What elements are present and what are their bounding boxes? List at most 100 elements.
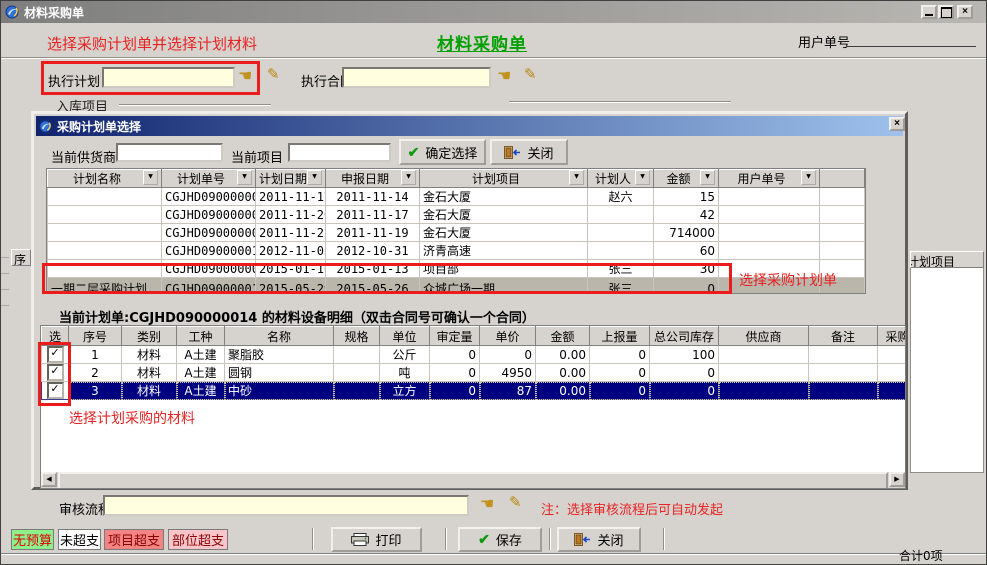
column-header: 上报量	[590, 327, 650, 346]
select-hand-icon[interactable]: ☚	[238, 69, 252, 83]
maximize-button[interactable]	[938, 5, 954, 19]
exec-contract-input[interactable]	[342, 67, 491, 88]
select-material-annotation: 选择计划采购的材料	[69, 408, 195, 428]
column-header[interactable]: ▼计划人	[588, 170, 654, 188]
background-line	[509, 101, 731, 103]
column-header[interactable]: ▼计划日期	[256, 170, 326, 188]
status-flag-part-over: 部位超支	[168, 529, 228, 550]
plan-select-dialog: 采购计划单选择 × 当前供货商 当前项目 ✔ 确定选择 关闭 ▼计划名称 ▼计划…	[31, 111, 908, 490]
column-header[interactable]: ▼计划项目	[420, 170, 588, 188]
column-header[interactable]: ▼申报日期	[326, 170, 420, 188]
background-gridline	[1, 289, 9, 290]
confirm-select-label: 确定选择	[425, 143, 477, 162]
user-no-underline	[846, 46, 976, 47]
save-label: 保存	[496, 530, 522, 549]
select-hand-icon[interactable]: ☚	[480, 497, 494, 511]
column-header[interactable]: ▼用户单号	[719, 170, 820, 188]
plan-row[interactable]: CGJHD0900000042011-11-222011-11-19金石大厦71…	[48, 224, 865, 242]
column-header[interactable]: ▼金额	[654, 170, 719, 188]
column-header[interactable]: ▼计划单号	[162, 170, 256, 188]
plan-row[interactable]: CGJHD0900000112012-11-032012-10-31济青高速60	[48, 242, 865, 260]
close-window-button[interactable]: 关闭	[557, 527, 641, 552]
close-button[interactable]: ×	[957, 5, 973, 19]
save-button[interactable]: ✔ 保存	[458, 527, 542, 552]
row-checkbox[interactable]: ✓	[47, 364, 64, 381]
confirm-select-button[interactable]: ✔ 确定选择	[399, 139, 486, 165]
column-header: 序号	[69, 327, 122, 346]
filter-dropdown-icon[interactable]: ▼	[569, 170, 584, 185]
filter-dropdown-icon[interactable]: ▼	[700, 170, 715, 185]
dialog-titlebar: 采购计划单选择	[36, 116, 903, 136]
scroll-left-button[interactable]: ◀	[41, 472, 57, 487]
print-button[interactable]: 打印	[331, 527, 422, 552]
detail-section-title: 当前计划单:CGJHD090000014 的材料设备明细（双击合同号可确认一个合…	[59, 307, 535, 326]
approve-flow-input[interactable]	[103, 495, 469, 516]
dialog-close-button-2[interactable]: 关闭	[490, 139, 568, 165]
page-title: 材料采购单	[437, 30, 527, 55]
minimize-button[interactable]	[921, 5, 937, 19]
scrollbar-thumb[interactable]	[58, 472, 888, 489]
exit-door-icon	[504, 146, 521, 159]
supplier-input[interactable]	[116, 143, 223, 162]
status-flag-project-over: 项目超支	[104, 529, 164, 550]
column-header: 类别	[122, 327, 177, 346]
scroll-right-button[interactable]: ▶	[889, 472, 905, 487]
print-label: 打印	[375, 530, 401, 549]
detail-table-header-row: 选 序号 类别 工种 名称 规格 单位 审定量 单价 金额 上报量 总公司库存 …	[42, 327, 907, 346]
dialog-icon	[39, 120, 52, 133]
app-icon	[5, 5, 19, 19]
edit-pencil-icon[interactable]: ✎	[524, 67, 537, 81]
status-flag-no-budget: 无预算	[11, 529, 54, 550]
header-divider	[1, 57, 987, 59]
plan-row[interactable]: CGJHD0900000022011-11-202011-11-17金石大厦42	[48, 206, 865, 224]
checkbox-check-icon: ✓	[50, 382, 59, 395]
plan-row[interactable]: CGJHD0900000012011-11-172011-11-14金石大厦赵六…	[48, 188, 865, 206]
project-input[interactable]	[288, 143, 391, 162]
toolbar-separator	[445, 528, 447, 550]
column-header: 名称	[225, 327, 334, 346]
material-row[interactable]: ✓ 1材料A土建聚脂胶公斤000.000100	[42, 346, 907, 364]
filter-dropdown-icon[interactable]: ▼	[635, 170, 650, 185]
dialog-close-button[interactable]: ×	[889, 117, 905, 131]
status-flag-not-over: 未超支	[58, 529, 101, 550]
background-table-area	[910, 268, 984, 473]
filter-dropdown-icon[interactable]: ▼	[143, 170, 158, 185]
filter-dropdown-icon[interactable]: ▼	[307, 170, 322, 185]
horizontal-scrollbar[interactable]: ◀ ▶	[41, 471, 905, 488]
top-annotation: 选择采购计划单并选择计划材料	[47, 33, 257, 54]
toolbar-separator	[663, 528, 665, 550]
check-icon: ✔	[478, 533, 490, 546]
maximize-icon	[941, 7, 952, 18]
background-gridline	[1, 257, 9, 258]
statusbar-divider-light	[1, 554, 987, 555]
arrow-right-icon: ▶	[894, 476, 899, 483]
background-column-header-left: 序	[11, 249, 31, 266]
dialog-title: 采购计划单选择	[57, 118, 141, 135]
main-window: 材料采购单 × 选择采购计划单并选择计划材料 材料采购单 用户单号 执行计划 ☚…	[0, 0, 987, 565]
exit-door-icon	[574, 533, 591, 546]
edit-pencil-icon[interactable]: ✎	[267, 67, 280, 81]
filter-dropdown-icon[interactable]: ▼	[401, 170, 416, 185]
row-checkbox[interactable]: ✓	[47, 382, 64, 399]
filter-dropdown-icon[interactable]: ▼	[237, 170, 252, 185]
column-header-filler	[820, 170, 865, 188]
main-titlebar: 材料采购单	[1, 1, 987, 23]
row-checkbox[interactable]: ✓	[47, 346, 64, 363]
detail-table: 选 序号 类别 工种 名称 规格 单位 审定量 单价 金额 上报量 总公司库存 …	[40, 325, 906, 489]
column-header: 备注	[809, 327, 878, 346]
material-row-selected[interactable]: ✓ 3材料A土建中砂立方0870.0000	[42, 382, 907, 400]
background-gridline	[1, 305, 9, 306]
column-header[interactable]: ▼计划名称	[48, 170, 162, 188]
exec-plan-input[interactable]	[102, 67, 235, 88]
edit-pencil-icon[interactable]: ✎	[509, 495, 522, 509]
material-row[interactable]: ✓ 2材料A土建圆钢吨049500.0000	[42, 364, 907, 382]
checkbox-check-icon: ✓	[50, 364, 59, 377]
project-label: 当前项目	[231, 147, 283, 166]
approve-flow-note: 注：选择审核流程后可自动发起	[541, 499, 723, 518]
filter-dropdown-icon[interactable]: ▼	[801, 170, 816, 185]
close-window-label: 关闭	[597, 530, 623, 549]
column-header: 审定量	[430, 327, 480, 346]
select-hand-icon[interactable]: ☚	[497, 69, 511, 83]
user-no-label: 用户单号	[798, 32, 850, 51]
exec-plan-label: 执行计划	[48, 71, 100, 90]
